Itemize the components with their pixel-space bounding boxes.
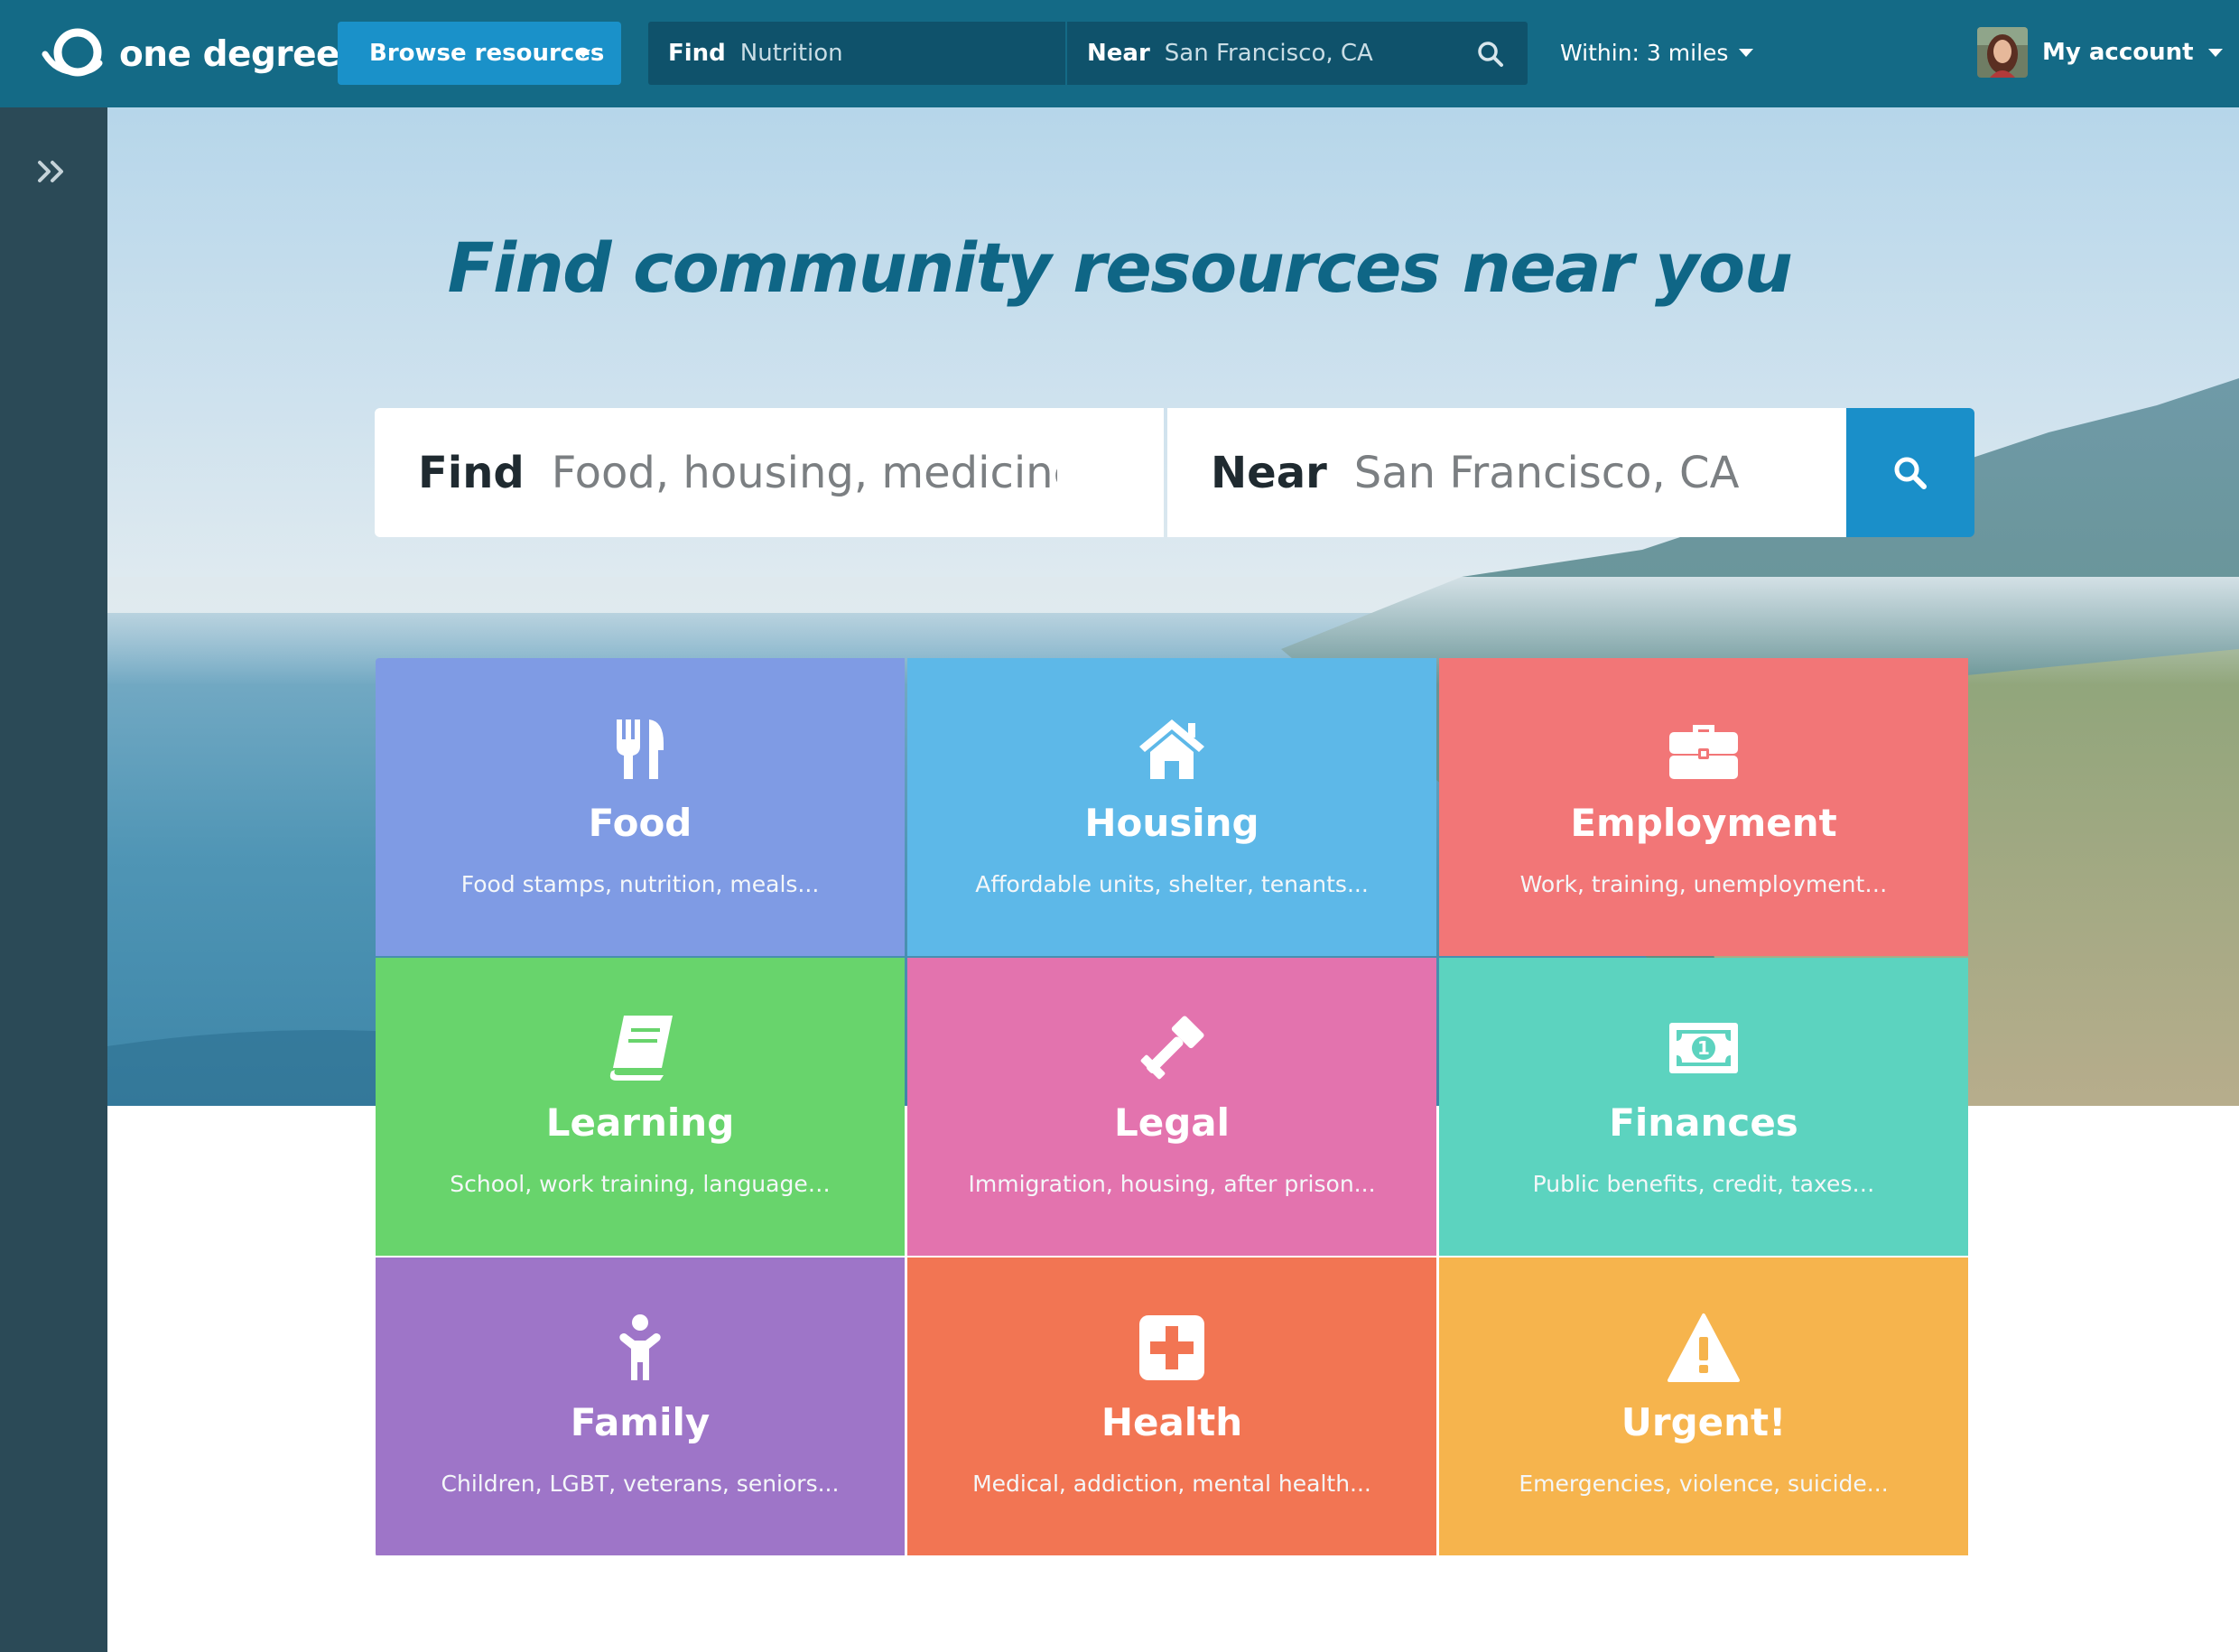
- child-icon: [619, 1314, 661, 1380]
- header-find-value: Nutrition: [739, 40, 843, 67]
- category-tile-legal[interactable]: Legal Immigration, housing, after prison…: [907, 958, 1436, 1256]
- page-title: Find community resources near you: [447, 227, 1793, 308]
- tile-title: Legal: [1113, 1100, 1231, 1145]
- tile-title: Urgent!: [1621, 1400, 1787, 1444]
- avatar: [1977, 27, 2028, 78]
- briefcase-icon: [1669, 725, 1738, 779]
- tile-title: Family: [570, 1400, 711, 1444]
- dollar-bill-icon: 1: [1669, 1023, 1738, 1073]
- one-degree-logo[interactable]: one degree: [42, 27, 340, 81]
- house-icon: [1139, 719, 1204, 779]
- main-find-field[interactable]: Find: [375, 408, 1164, 537]
- main-find-label: Find: [418, 447, 525, 498]
- chevron-down-icon: [1739, 49, 1754, 57]
- collapsed-sidebar: [0, 107, 107, 1652]
- header-find-label: Find: [668, 40, 726, 67]
- gavel-icon: [1140, 1016, 1204, 1080]
- tile-title: Health: [1101, 1400, 1243, 1444]
- chevron-down-icon: [576, 50, 590, 58]
- header-near-field[interactable]: Near San Francisco, CA: [1065, 22, 1454, 85]
- header-search-bar: Find Nutrition Near San Francisco, CA: [648, 22, 1528, 85]
- tile-title: Food: [588, 801, 692, 845]
- browse-resources-label: Browse resources: [369, 40, 605, 67]
- tile-title: Employment: [1570, 801, 1837, 845]
- book-icon: [609, 1016, 673, 1081]
- tile-description: Children, LGBT, veterans, seniors...: [441, 1471, 840, 1497]
- tile-description: Emergencies, violence, suicide...: [1519, 1471, 1889, 1497]
- account-menu[interactable]: My account: [1977, 27, 2223, 78]
- account-label: My account: [2042, 39, 2194, 66]
- tile-title: Finances: [1609, 1100, 1798, 1145]
- warning-icon: [1668, 1313, 1740, 1382]
- tile-description: Immigration, housing, after prison...: [968, 1171, 1376, 1197]
- category-tile-learning[interactable]: Learning School, work training, language…: [376, 958, 905, 1256]
- medical-cross-icon: [1139, 1315, 1204, 1380]
- category-tile-employment[interactable]: Employment Work, training, unemployment…: [1439, 658, 1968, 956]
- svg-text:1: 1: [1697, 1037, 1710, 1059]
- search-icon: [1894, 457, 1927, 489]
- main-search-bar: Find Near: [375, 408, 1974, 537]
- main-find-input[interactable]: [551, 447, 1057, 498]
- fork-knife-icon: [617, 719, 664, 779]
- tile-description: School, work training, language…: [450, 1171, 831, 1197]
- tile-description: Medical, addiction, mental health...: [972, 1471, 1371, 1497]
- tile-title: Housing: [1084, 801, 1259, 845]
- tile-description: Food stamps, nutrition, meals...: [460, 871, 820, 897]
- tile-description: Affordable units, shelter, tenants...: [975, 871, 1369, 897]
- double-chevron-right-icon[interactable]: [34, 158, 72, 185]
- distance-dropdown[interactable]: Within: 3 miles: [1560, 40, 1754, 66]
- tile-description: Public benefits, credit, taxes…: [1532, 1171, 1875, 1197]
- header-near-value: San Francisco, CA: [1164, 40, 1373, 67]
- main-near-field[interactable]: Near: [1167, 408, 1860, 537]
- logo-icon: [42, 28, 103, 77]
- header-find-field[interactable]: Find Nutrition: [648, 22, 1064, 85]
- chevron-down-icon: [2207, 48, 2223, 57]
- tile-title: Learning: [545, 1100, 735, 1145]
- category-tile-health[interactable]: Health Medical, addiction, mental health…: [907, 1258, 1436, 1555]
- category-tile-urgent[interactable]: Urgent! Emergencies, violence, suicide..…: [1439, 1258, 1968, 1555]
- main-near-label: Near: [1211, 447, 1327, 498]
- header-near-label: Near: [1087, 40, 1150, 67]
- main-search-button[interactable]: [1846, 408, 1974, 537]
- logo-text: one degree: [119, 33, 340, 75]
- category-tile-housing[interactable]: Housing Affordable units, shelter, tenan…: [907, 658, 1436, 956]
- distance-label: Within: 3 miles: [1560, 40, 1729, 66]
- category-grid: Food Food stamps, nutrition, meals... Ho…: [376, 658, 1972, 1557]
- category-tile-food[interactable]: Food Food stamps, nutrition, meals...: [376, 658, 905, 956]
- category-tile-finances[interactable]: 1 Finances Public benefits, credit, taxe…: [1439, 958, 1968, 1256]
- category-tile-family[interactable]: Family Children, LGBT, veterans, seniors…: [376, 1258, 905, 1555]
- search-icon[interactable]: [1477, 41, 1504, 68]
- top-navigation-bar: one degree Browse resources Find Nutriti…: [0, 0, 2239, 107]
- browse-resources-button[interactable]: Browse resources: [338, 22, 621, 85]
- tile-description: Work, training, unemployment…: [1519, 871, 1888, 897]
- main-near-input[interactable]: [1353, 447, 1860, 498]
